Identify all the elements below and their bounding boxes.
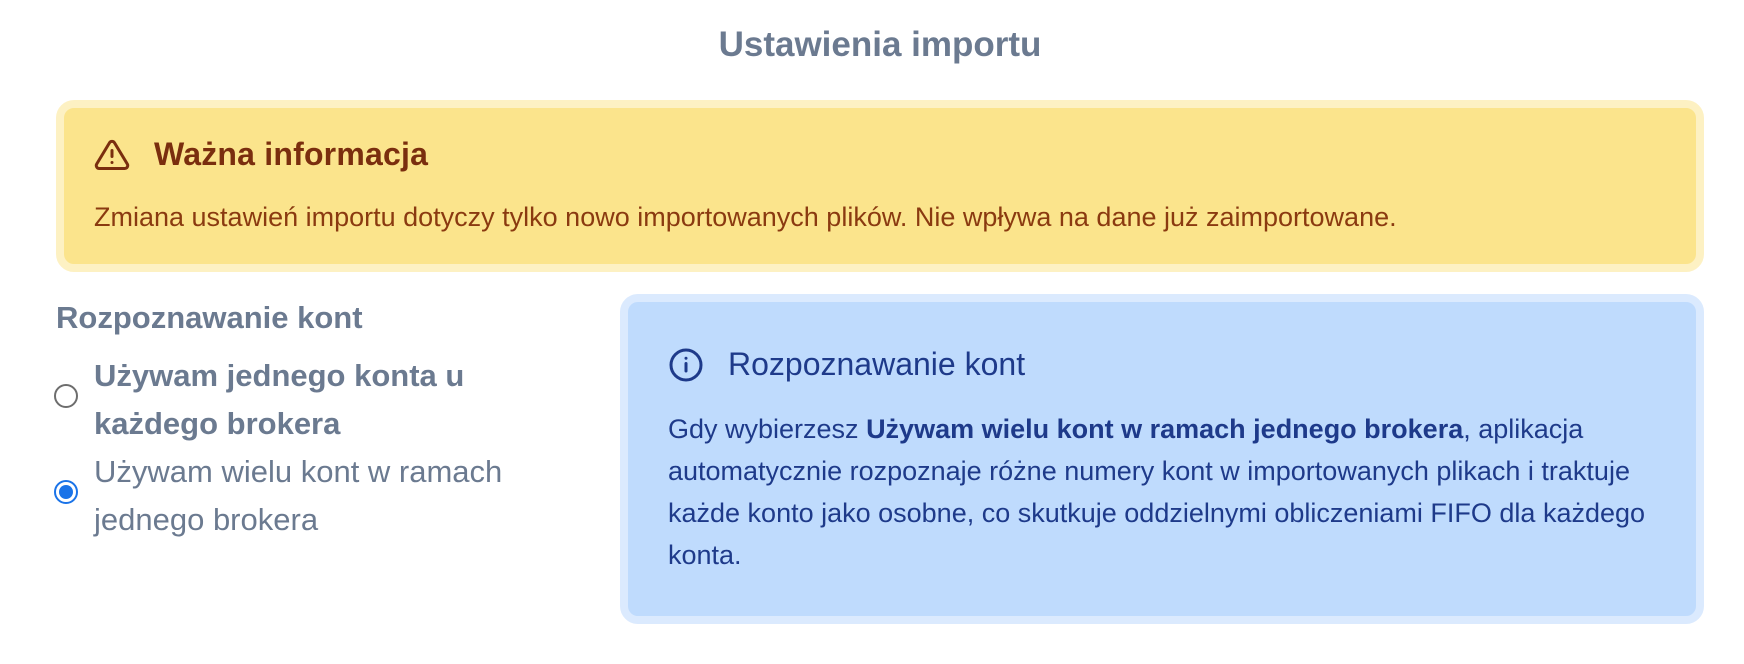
warning-panel: Ważna informacja Zmiana ustawień importu… <box>56 100 1704 272</box>
radio-label-multiple-accounts[interactable]: Używam wielu kont w ramach jednego broke… <box>94 448 534 544</box>
info-text-before: Gdy wybierzesz <box>668 414 867 444</box>
info-text: Gdy wybierzesz Używam wielu kont w ramac… <box>668 408 1668 576</box>
account-recognition-label: Rozpoznawanie kont <box>56 300 363 335</box>
warning-text: Zmiana ustawień importu dotyczy tylko no… <box>94 202 1397 232</box>
info-panel: Rozpoznawanie kont Gdy wybierzesz Używam… <box>620 294 1704 624</box>
warning-triangle-icon <box>94 137 130 173</box>
info-text-bold: Używam wielu kont w ramach jednego broke… <box>866 414 1464 444</box>
radio-option-single-account[interactable]: Używam jednego konta u każdego brokera <box>54 352 534 448</box>
info-header: Rozpoznawanie kont <box>668 346 1025 383</box>
radio-button-single-account[interactable] <box>54 384 78 408</box>
radio-option-multiple-accounts[interactable]: Używam wielu kont w ramach jednego broke… <box>54 448 534 544</box>
radio-label-single-account[interactable]: Używam jednego konta u każdego brokera <box>94 352 534 448</box>
warning-header: Ważna informacja <box>94 136 428 173</box>
info-circle-icon <box>668 347 704 383</box>
warning-title: Ważna informacja <box>154 136 429 172</box>
info-title: Rozpoznawanie kont <box>728 346 1026 382</box>
radio-button-multiple-accounts[interactable] <box>54 480 78 504</box>
page-title: Ustawienia importu <box>718 25 1042 64</box>
